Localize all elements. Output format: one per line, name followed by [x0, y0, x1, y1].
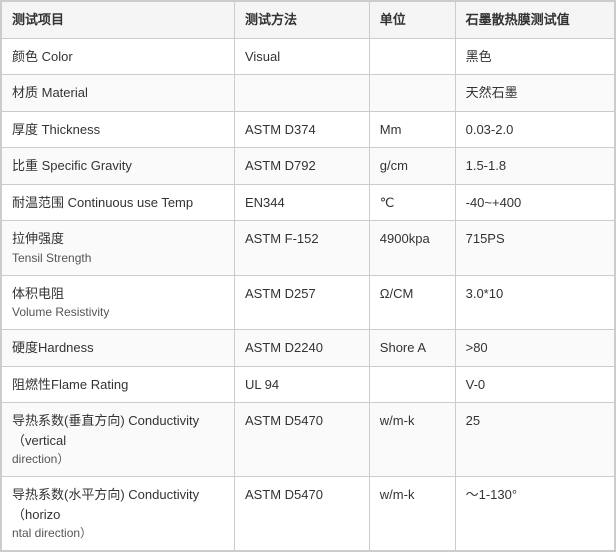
cell-item: 阻燃性Flame Rating [2, 366, 235, 403]
header-value: 石墨散热膜测试值 [455, 2, 614, 39]
cell-method: ASTM D5470 [234, 403, 369, 477]
cell-unit [369, 366, 455, 403]
item-zh: 拉伸强度 [12, 229, 224, 249]
cell-method: UL 94 [234, 366, 369, 403]
cell-unit: Mm [369, 111, 455, 148]
cell-unit [369, 75, 455, 112]
item-en: direction） [12, 450, 224, 468]
item-en: Volume Resistivity [12, 303, 224, 321]
cell-value: 黑色 [455, 38, 614, 75]
cell-value: 715PS [455, 221, 614, 276]
cell-method: ASTM D374 [234, 111, 369, 148]
cell-value: ～1-130° [455, 477, 614, 551]
item-zh: 导热系数(垂直方向) Conductivity（vertical [12, 411, 224, 450]
table-row: 导热系数(水平方向) Conductivity（horizontal direc… [2, 477, 615, 551]
cell-item: 导热系数(水平方向) Conductivity（horizontal direc… [2, 477, 235, 551]
cell-item: 硬度Hardness [2, 330, 235, 367]
cell-unit: w/m-k [369, 477, 455, 551]
cell-item: 体积电阻Volume Resistivity [2, 275, 235, 330]
cell-value: 0.03-2.0 [455, 111, 614, 148]
cell-unit: ℃ [369, 184, 455, 221]
cell-unit [369, 38, 455, 75]
item-zh: 硬度Hardness [12, 338, 224, 358]
item-zh: 耐温范围 Continuous use Temp [12, 193, 224, 213]
cell-unit: 4900kpa [369, 221, 455, 276]
table-row: 比重 Specific Gravity ASTM D792g/cm1.5-1.8 [2, 148, 615, 185]
cell-unit: g/cm [369, 148, 455, 185]
cell-item: 颜色 Color [2, 38, 235, 75]
cell-method [234, 75, 369, 112]
table-row: 导热系数(垂直方向) Conductivity（verticaldirectio… [2, 403, 615, 477]
table-row: 耐温范围 Continuous use Temp EN344℃-40~+400 [2, 184, 615, 221]
cell-value: 25 [455, 403, 614, 477]
table-header-row: 测试项目 测试方法 单位 石墨散热膜测试值 [2, 2, 615, 39]
cell-item: 耐温范围 Continuous use Temp [2, 184, 235, 221]
cell-value: 1.5-1.8 [455, 148, 614, 185]
item-zh: 体积电阻 [12, 284, 224, 304]
cell-value: -40~+400 [455, 184, 614, 221]
cell-item: 比重 Specific Gravity [2, 148, 235, 185]
table-row: 拉伸强度Tensil StrengthASTM F-1524900kpa715P… [2, 221, 615, 276]
cell-value: V-0 [455, 366, 614, 403]
table-row: 阻燃性Flame Rating UL 94 V-0 [2, 366, 615, 403]
header-method: 测试方法 [234, 2, 369, 39]
item-zh: 材质 Material [12, 83, 224, 103]
cell-method: EN344 [234, 184, 369, 221]
cell-method: Visual [234, 38, 369, 75]
table-row: 体积电阻Volume ResistivityASTM D257Ω/CM3.0*1… [2, 275, 615, 330]
cell-method: ASTM D792 [234, 148, 369, 185]
item-zh: 导热系数(水平方向) Conductivity（horizo [12, 485, 224, 524]
header-item: 测试项目 [2, 2, 235, 39]
cell-unit: w/m-k [369, 403, 455, 477]
item-zh: 厚度 Thickness [12, 120, 224, 140]
cell-item: 厚度 Thickness [2, 111, 235, 148]
main-table-container: 测试项目 测试方法 单位 石墨散热膜测试值 颜色 ColorVisual黑色材质… [0, 0, 616, 552]
cell-value: 天然石墨 [455, 75, 614, 112]
cell-item: 材质 Material [2, 75, 235, 112]
data-table: 测试项目 测试方法 单位 石墨散热膜测试值 颜色 ColorVisual黑色材质… [1, 1, 615, 551]
header-unit: 单位 [369, 2, 455, 39]
cell-item: 拉伸强度Tensil Strength [2, 221, 235, 276]
cell-unit: Ω/CM [369, 275, 455, 330]
cell-value: 3.0*10 [455, 275, 614, 330]
item-zh: 阻燃性Flame Rating [12, 375, 224, 395]
cell-method: ASTM D5470 [234, 477, 369, 551]
item-en: ntal direction） [12, 524, 224, 542]
table-row: 颜色 Color Visual 黑色 [2, 38, 615, 75]
table-row: 厚度 Thickness ASTM D374Mm0.03-2.0 [2, 111, 615, 148]
cell-method: ASTM D2240 [234, 330, 369, 367]
cell-unit: Shore A [369, 330, 455, 367]
cell-method: ASTM F-152 [234, 221, 369, 276]
cell-method: ASTM D257 [234, 275, 369, 330]
item-zh: 颜色 Color [12, 47, 224, 67]
item-en: Tensil Strength [12, 249, 224, 267]
cell-item: 导热系数(垂直方向) Conductivity（verticaldirectio… [2, 403, 235, 477]
item-zh: 比重 Specific Gravity [12, 156, 224, 176]
cell-value: >80 [455, 330, 614, 367]
table-row: 材质 Material 天然石墨 [2, 75, 615, 112]
table-row: 硬度Hardness ASTM D2240Shore A>80 [2, 330, 615, 367]
